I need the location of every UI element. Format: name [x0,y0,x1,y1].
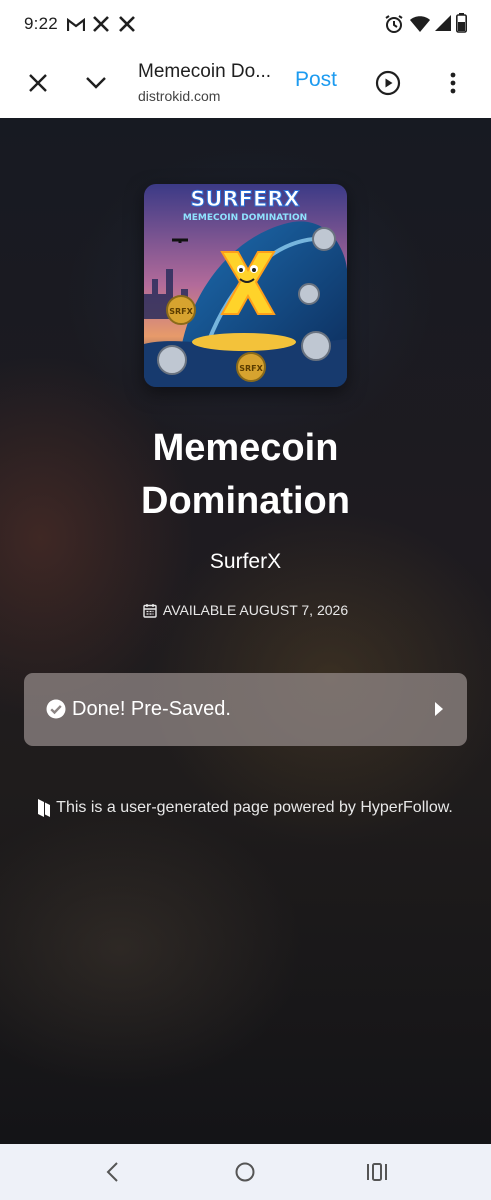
overflow-menu-button[interactable] [433,63,473,103]
x-icon [118,15,136,38]
close-icon [29,74,47,92]
hyperfollow-page: SURFERX MEMECOIN DOMINATION SRFX SRFX Me… [0,118,491,1144]
battery-icon [456,13,467,38]
nav-home-button[interactable] [225,1156,265,1188]
more-vert-icon [450,72,456,94]
play-button[interactable] [368,63,408,103]
album-title-line: Memecoin [152,427,339,469]
play-circle-icon [375,70,401,96]
album-title-line: Domination [141,480,350,522]
caret-right-icon [435,702,443,716]
svg-text:MEMECOIN DOMINATION: MEMECOIN DOMINATION [183,213,307,223]
availability-row: AVAILABLE AUGUST 7, 2026 [0,602,491,621]
back-icon [106,1162,118,1182]
page-domain: distrokid.com [138,88,221,104]
album-title: Memecoin Domination [0,422,491,528]
system-nav-bar [0,1144,491,1200]
signal-icon [434,14,452,37]
minimize-button[interactable] [76,63,116,103]
gmail-icon [66,17,86,37]
svg-text:SRFX: SRFX [239,364,263,373]
x-icon [92,15,110,38]
chevron-down-icon [86,77,106,89]
status-time: 9:22 [24,14,58,33]
close-button[interactable] [18,63,58,103]
availability-date: AVAILABLE AUGUST 7, 2026 [162,602,349,618]
hyperfollow-note: This is a user-generated page powered by… [0,799,491,822]
home-icon [235,1162,255,1182]
album-cover: SURFERX MEMECOIN DOMINATION SRFX SRFX [144,184,347,387]
check-circle-icon [46,699,66,719]
presave-button[interactable]: Done! Pre-Saved. [24,673,467,746]
hyperfollow-logo-icon [38,799,51,817]
svg-text:SRFX: SRFX [169,307,193,316]
calendar-icon [143,603,157,618]
nav-recents-button[interactable] [357,1156,397,1188]
hyperfollow-note-text: This is a user-generated page powered by… [56,799,453,816]
nav-back-button[interactable] [92,1156,132,1188]
presave-label: Done! Pre-Saved. [72,698,231,720]
recents-icon [367,1163,387,1181]
alarm-icon [384,14,404,39]
browser-toolbar: Memecoin Do... distrokid.com Post [0,48,491,118]
post-button[interactable]: Post [295,68,337,92]
page-title: Memecoin Do... [138,61,272,82]
artist-name: SurferX [209,550,282,573]
svg-text:SURFERX: SURFERX [190,187,299,211]
wifi-icon [409,15,431,38]
status-bar: 9:22 [0,0,491,48]
